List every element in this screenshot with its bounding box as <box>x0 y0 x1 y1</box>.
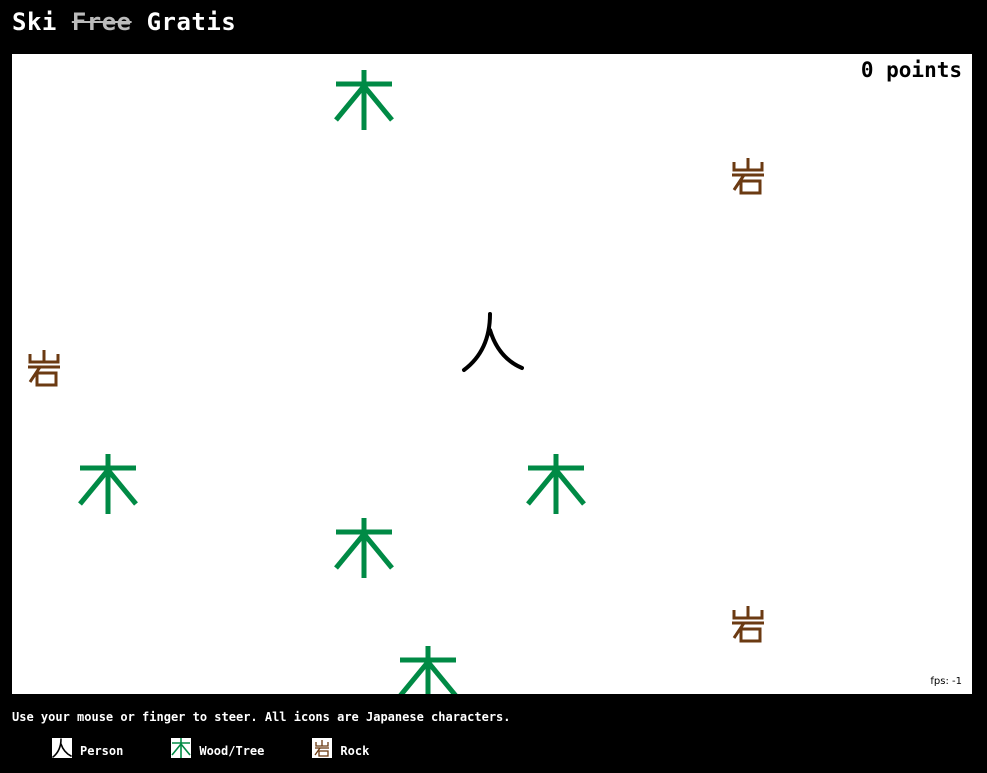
rock-sprite <box>728 156 768 196</box>
score-value: 0 <box>860 58 874 82</box>
rock-sprite <box>24 348 64 388</box>
tree-sprite <box>332 68 396 132</box>
rock-sprite <box>728 604 768 644</box>
legend-label-tree: Wood/Tree <box>199 744 265 758</box>
person-glyph-icon <box>52 738 72 758</box>
legend: Person Wood/Tree Rock <box>52 738 417 758</box>
tree-sprite <box>396 644 460 694</box>
game-canvas[interactable]: 0 points fps: -1 <box>12 54 972 694</box>
tree-sprite <box>76 452 140 516</box>
score-unit: points <box>886 58 962 82</box>
game-title: Ski Free Gratis <box>12 6 236 38</box>
player-person-sprite <box>460 310 524 374</box>
score-display: 0 points <box>861 58 962 82</box>
fps-counter: fps: -1 <box>930 676 962 687</box>
legend-label-person: Person <box>80 744 124 758</box>
tree-sprite <box>524 452 588 516</box>
legend-label-rock: Rock <box>340 744 370 758</box>
title-word-ski: Ski <box>12 8 57 36</box>
rock-glyph-icon <box>312 738 333 758</box>
legend-item-person: Person <box>52 738 123 758</box>
legend-item-rock: Rock <box>312 738 369 758</box>
title-word-free-struck: Free <box>71 8 132 36</box>
tree-glyph-icon <box>171 738 192 758</box>
tree-sprite <box>332 516 396 580</box>
title-word-gratis: Gratis <box>146 8 237 36</box>
legend-item-tree: Wood/Tree <box>171 738 264 758</box>
instructions-text: Use your mouse or finger to steer. All i… <box>12 710 511 724</box>
